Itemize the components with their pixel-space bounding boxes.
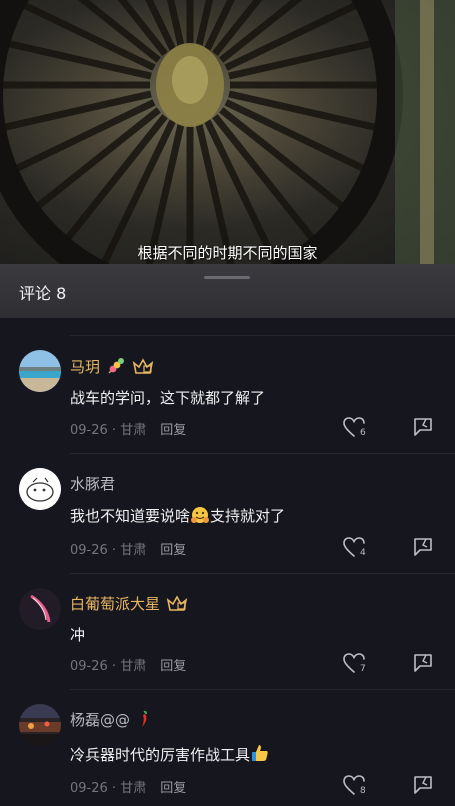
meta-separator: · (107, 781, 121, 796)
comment-text: 战车的学问，这下就都了解了 (70, 389, 266, 407)
comment-location: 甘肃 (120, 659, 147, 674)
username[interactable]: 水豚君 (70, 473, 115, 494)
comment-text: 冲 (70, 626, 86, 644)
like-button[interactable]: 6 (342, 416, 370, 442)
previous-comment-remnant (0, 318, 455, 336)
comment-date: 09-26 (70, 781, 108, 796)
like-count: 8 (360, 786, 366, 796)
comment-text: 冷兵器时代的厉害作战工具 (70, 746, 251, 764)
meta-separator: · (107, 423, 121, 438)
comment-date: 09-26 (70, 423, 108, 438)
username[interactable]: 马玥 (70, 358, 100, 376)
like-count: 4 (360, 548, 366, 558)
like-button[interactable]: 7 (342, 652, 370, 678)
candied-hawthorn-emoji (106, 357, 126, 379)
dislike-button[interactable] (410, 416, 438, 442)
comment-date: 09-26 (70, 543, 108, 558)
avatar[interactable] (19, 588, 61, 630)
vip-crown-badge-icon (132, 357, 154, 379)
broken-heart-icon (414, 418, 432, 436)
reply-button[interactable]: 回复 (160, 781, 186, 796)
drag-handle[interactable] (204, 276, 250, 279)
dislike-button[interactable] (410, 536, 438, 562)
comment-date: 09-26 (70, 659, 108, 674)
avatar[interactable] (19, 350, 61, 392)
comment-location: 甘肃 (120, 781, 147, 796)
comment-location: 甘肃 (120, 543, 147, 558)
comment-item: 水豚君 我也不知道要说啥 支持就对了 09-26 · 甘肃 回复 4 (0, 454, 455, 574)
comment-text-part: 我也不知道要说啥 (70, 507, 191, 525)
meta-separator: · (107, 659, 121, 674)
broken-heart-icon (414, 776, 432, 794)
like-button[interactable]: 4 (342, 536, 370, 562)
chili-emoji (136, 710, 152, 732)
comment-item: 马玥 战车的学问，这下就都了解了 09-26 · 甘肃 回复 6 (0, 336, 455, 454)
like-button[interactable]: 8 (342, 774, 370, 800)
dislike-button[interactable] (410, 652, 438, 678)
thumbs-up-emoji (250, 743, 270, 767)
vip-crown-badge-icon (166, 594, 188, 616)
like-count: 6 (360, 428, 366, 438)
reply-button[interactable]: 回复 (160, 659, 186, 674)
comment-item: 白葡萄派大星 冲 09-26 · 甘肃 回复 7 (0, 574, 455, 690)
avatar[interactable] (19, 704, 61, 746)
avatar[interactable] (19, 468, 61, 510)
video-player[interactable]: 根据不同的时期不同的国家 (0, 0, 455, 264)
meta-separator: · (107, 543, 121, 558)
dislike-button[interactable] (410, 774, 438, 800)
comments-header: 评论 8 (0, 264, 455, 318)
broken-heart-icon (414, 538, 432, 556)
chariot-wheel-frame (0, 0, 455, 264)
broken-heart-icon (414, 654, 432, 672)
reply-button[interactable]: 回复 (160, 543, 186, 558)
comment-item: 杨磊@@ 冷兵器时代的厉害作战工具 09-26 · 甘肃 回复 8 (0, 690, 455, 806)
username[interactable]: 杨磊@@ (70, 711, 130, 729)
comment-location: 甘肃 (120, 423, 147, 438)
video-subtitle: 根据不同的时期不同的国家 (137, 244, 318, 262)
comment-text-part: 支持就对了 (210, 507, 286, 525)
like-count: 7 (360, 664, 366, 674)
username[interactable]: 白葡萄派大星 (70, 595, 160, 613)
reply-button[interactable]: 回复 (160, 423, 186, 438)
comments-title: 评论 8 (19, 284, 67, 303)
hugging-face-emoji (190, 506, 210, 528)
